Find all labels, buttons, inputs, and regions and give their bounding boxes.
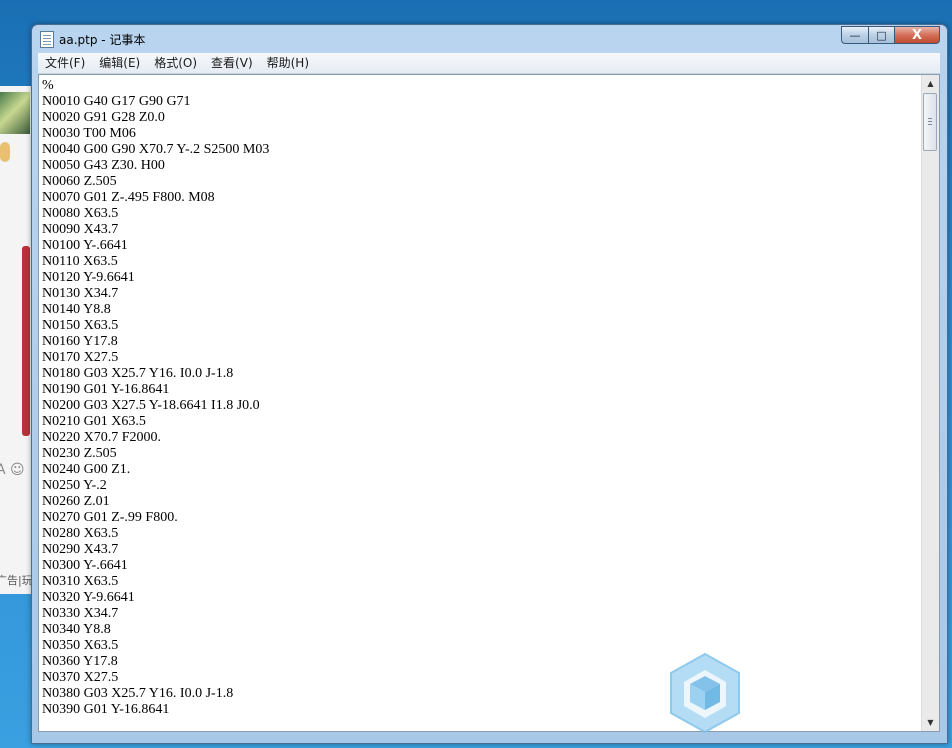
editor-line: N0350 X63.5 (42, 638, 119, 653)
background-accent-bar (22, 246, 30, 436)
minimize-icon: — (849, 28, 861, 42)
editor-line: N0140 Y8.8 (42, 302, 111, 317)
text-editor[interactable]: % N0010 G40 G17 G90 G71 N0020 G91 G28 Z0.0… (38, 74, 940, 732)
editor-line: N0120 Y-9.6641 (42, 270, 135, 285)
editor-line: N0280 X63.5 (42, 526, 119, 541)
notepad-window: aa.ptp - 记事本 — □ X 文件(F) 编辑(E) 格式(O) 查看(… (31, 24, 948, 744)
editor-line: N0330 X34.7 (42, 606, 119, 621)
editor-line: N0320 Y-9.6641 (42, 590, 135, 605)
maximize-button[interactable]: □ (868, 26, 895, 44)
editor-line: N0070 G01 Z-.495 F800. M08 (42, 190, 215, 205)
vertical-scrollbar[interactable]: ▲ ▼ (921, 75, 939, 731)
editor-line: N0100 Y-.6641 (42, 238, 128, 253)
menu-view[interactable]: 查看(V) (204, 54, 260, 72)
scroll-down-arrow-icon[interactable]: ▼ (922, 714, 939, 731)
editor-line: N0240 G00 Z1. (42, 462, 131, 477)
editor-line: N0190 G01 Y-16.8641 (42, 382, 170, 397)
editor-line: N0360 Y17.8 (42, 654, 118, 669)
editor-line: N0210 G01 X63.5 (42, 414, 146, 429)
minimize-button[interactable]: — (841, 26, 869, 44)
cube-watermark-icon (670, 652, 740, 734)
editor-line: N0060 Z.505 (42, 174, 117, 189)
background-footer-text: 广告|玩 (0, 574, 33, 587)
close-button[interactable]: X (894, 26, 940, 44)
editor-line: N0230 Z.505 (42, 446, 117, 461)
editor-line: N0030 T00 M06 (42, 126, 136, 141)
editor-line: N0270 G01 Z-.99 F800. (42, 510, 178, 525)
editor-line: N0380 G03 X25.7 Y16. I0.0 J-1.8 (42, 686, 234, 701)
notepad-icon[interactable] (40, 31, 54, 48)
menu-format[interactable]: 格式(O) (147, 54, 204, 72)
scroll-up-arrow-icon[interactable]: ▲ (922, 75, 939, 92)
title-bar[interactable]: aa.ptp - 记事本 — □ X (32, 25, 947, 53)
editor-line: N0390 G01 Y-16.8641 (42, 702, 170, 717)
editor-line: N0250 Y-.2 (42, 478, 107, 493)
menu-bar: 文件(F) 编辑(E) 格式(O) 查看(V) 帮助(H) (38, 53, 940, 74)
microphone-icon[interactable] (0, 142, 10, 162)
menu-help[interactable]: 帮助(H) (260, 54, 316, 72)
editor-line: N0090 X43.7 (42, 222, 119, 237)
editor-text-area[interactable]: % N0010 G40 G17 G90 G71 N0020 G91 G28 Z0.0… (42, 78, 922, 728)
editor-line: N0260 Z.01 (42, 494, 110, 509)
window-title: aa.ptp - 记事本 (59, 33, 146, 47)
editor-line: N0310 X63.5 (42, 574, 119, 589)
close-icon: X (911, 27, 923, 43)
editor-line: N0180 G03 X25.7 Y16. I0.0 J-1.8 (42, 366, 234, 381)
editor-line: N0040 G00 G90 X70.7 Y-.2 S2500 M03 (42, 142, 270, 157)
scroll-thumb[interactable] (923, 93, 937, 151)
editor-line: N0160 Y17.8 (42, 334, 118, 349)
editor-line: N0150 X63.5 (42, 318, 119, 333)
avatar[interactable] (0, 92, 30, 134)
menu-edit[interactable]: 编辑(E) (92, 54, 147, 72)
editor-line: N0370 X27.5 (42, 670, 119, 685)
editor-line: N0080 X63.5 (42, 206, 119, 221)
editor-line: N0130 X34.7 (42, 286, 119, 301)
editor-line: N0340 Y8.8 (42, 622, 111, 637)
background-toolbar-text: A ☺ (0, 462, 25, 478)
maximize-icon: □ (876, 28, 887, 42)
menu-file[interactable]: 文件(F) (38, 54, 92, 72)
editor-line: N0010 G40 G17 G90 G71 (42, 94, 191, 109)
editor-line: N0200 G03 X27.5 Y-18.6641 I1.8 J0.0 (42, 398, 260, 413)
editor-line: N0300 Y-.6641 (42, 558, 128, 573)
editor-line: N0050 G43 Z30. H00 (42, 158, 165, 173)
editor-line: N0220 X70.7 F2000. (42, 430, 162, 445)
editor-line: N0110 X63.5 (42, 254, 118, 269)
editor-line: N0020 G91 G28 Z0.0 (42, 110, 165, 125)
editor-line: N0290 X43.7 (42, 542, 119, 557)
editor-line: % (42, 78, 54, 93)
editor-line: N0170 X27.5 (42, 350, 119, 365)
